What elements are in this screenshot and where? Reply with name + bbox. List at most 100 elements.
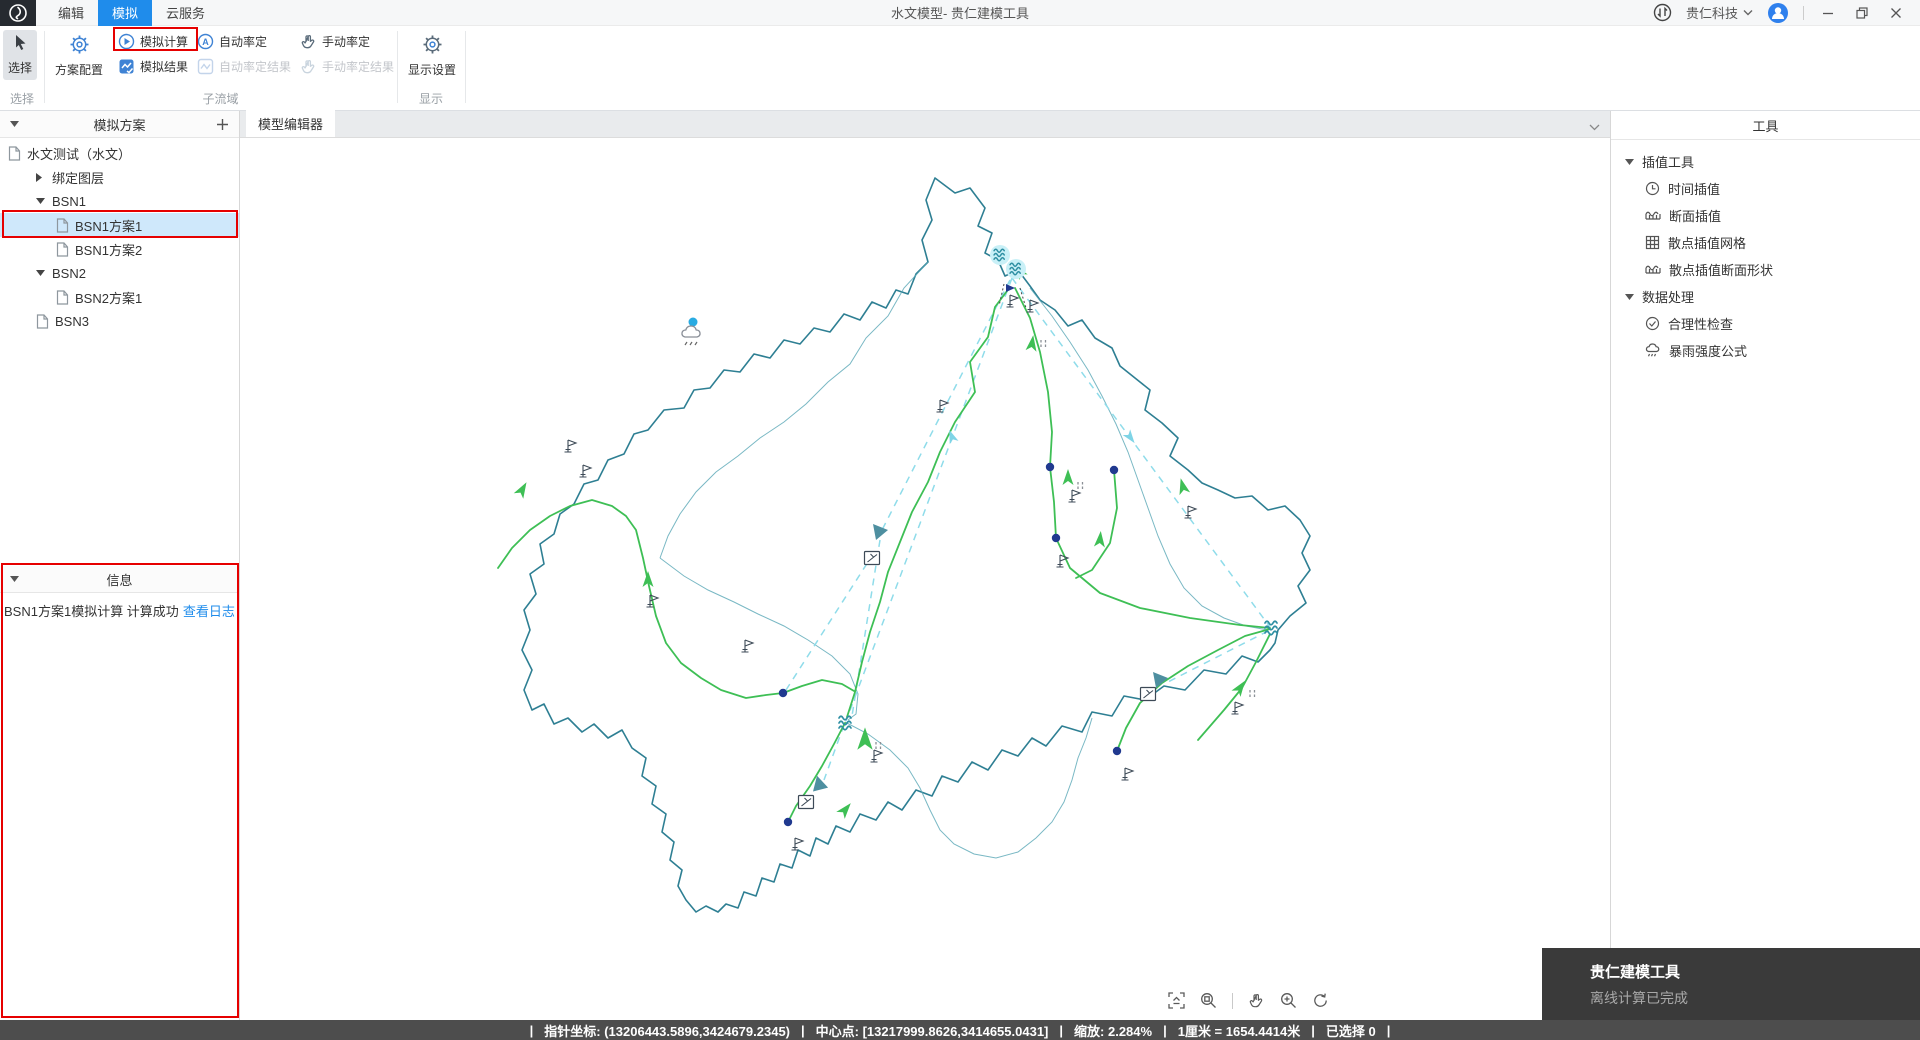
- gate-marker[interactable]: [863, 550, 881, 566]
- tree-item-project[interactable]: 水文测试（水文）: [0, 141, 239, 165]
- station-marker[interactable]: [935, 399, 949, 413]
- editor-tab-strip: 模型编辑器: [240, 110, 1610, 138]
- info-message: BSN1方案1模拟计算 计算成功: [4, 604, 179, 619]
- river-reach[interactable]: [1014, 287, 1271, 629]
- flow-arrow[interactable]: [857, 727, 873, 750]
- add-scheme-button[interactable]: [216, 118, 229, 131]
- view-log-link[interactable]: 查看日志: [183, 604, 235, 619]
- link-arrow: [1122, 429, 1139, 446]
- tree-item-label: BSN2: [52, 265, 86, 281]
- flow-arrow[interactable]: [836, 799, 855, 819]
- select-tool-button[interactable]: 选择: [3, 30, 37, 80]
- tree-item-bsn1-scheme2[interactable]: BSN1方案2: [0, 237, 239, 261]
- flow-arrow[interactable]: [1175, 476, 1191, 496]
- group-label-subbasin: 子流域: [202, 92, 239, 106]
- node-marker[interactable]: [1045, 462, 1055, 472]
- tool-time-interpolation[interactable]: 时间插值: [1611, 175, 1920, 202]
- tool-group-interpolation[interactable]: 插值工具: [1611, 148, 1920, 175]
- watershed-map: [497, 177, 1311, 913]
- menu-cloud[interactable]: 云服务: [152, 0, 219, 26]
- tree-item-bound-layers[interactable]: 绑定图层: [0, 165, 239, 189]
- node-marker[interactable]: [1109, 465, 1119, 475]
- tools-panel: 工具 插值工具 时间插值 断面插值 散点插值网格 散点插值断面形状 数据处理 合…: [1610, 111, 1920, 1020]
- avatar[interactable]: [1767, 2, 1789, 24]
- refresh-icon[interactable]: [1312, 992, 1329, 1009]
- menu-simulate[interactable]: 模拟: [98, 0, 153, 26]
- status-zoom-level: 缩放: 2.284%: [1074, 1023, 1153, 1039]
- link-line[interactable]: [845, 277, 1013, 722]
- pan-hand-icon[interactable]: [1248, 992, 1265, 1009]
- node-marker[interactable]: [1112, 746, 1122, 756]
- clock-icon: [1645, 181, 1660, 196]
- reservoir-marker[interactable]: [873, 524, 888, 540]
- tool-scatter-grid-interpolation[interactable]: 散点插值网格: [1611, 229, 1920, 256]
- node-marker[interactable]: [1051, 533, 1061, 543]
- fit-extent-icon[interactable]: [1168, 992, 1185, 1009]
- tab-list-chevron-icon[interactable]: [1589, 124, 1600, 131]
- tree-item-label: BSN1方案2: [75, 242, 143, 258]
- station-marker[interactable]: [1230, 701, 1244, 715]
- station-marker[interactable]: [740, 639, 754, 653]
- collapse-arrow-icon[interactable]: [36, 198, 46, 204]
- collapse-arrow-icon[interactable]: [10, 576, 19, 582]
- tree-item-bsn3[interactable]: BSN3: [0, 309, 239, 333]
- collapse-arrow-icon[interactable]: [36, 270, 46, 276]
- tool-group-data-processing[interactable]: 数据处理: [1611, 283, 1920, 310]
- tool-storm-intensity-formula[interactable]: 暴雨强度公式: [1611, 337, 1920, 364]
- link-line[interactable]: [785, 561, 869, 691]
- simulate-calc-button[interactable]: 模拟计算: [118, 31, 188, 51]
- gate-marker[interactable]: [1139, 686, 1157, 702]
- tab-model-editor[interactable]: 模型编辑器: [246, 110, 336, 137]
- group-label-display: 显示: [418, 92, 443, 106]
- simulate-result-button[interactable]: 模拟结果: [118, 56, 188, 76]
- close-button[interactable]: [1886, 3, 1906, 23]
- gate-marker[interactable]: [797, 794, 815, 810]
- link-line[interactable]: [1163, 630, 1269, 685]
- auto-calibration-button[interactable]: A 自动率定: [197, 31, 267, 51]
- node-marker[interactable]: [778, 688, 788, 698]
- tool-section-interpolation[interactable]: 断面插值: [1611, 202, 1920, 229]
- flow-arrow[interactable]: [1062, 469, 1074, 485]
- tree-item-bsn2[interactable]: BSN2: [0, 261, 239, 285]
- river-reach[interactable]: [1075, 469, 1118, 579]
- station-marker[interactable]: [1120, 767, 1134, 781]
- zoom-in-icon[interactable]: [1280, 992, 1297, 1009]
- collapse-arrow-icon[interactable]: [10, 121, 19, 127]
- sync-icon[interactable]: [1653, 3, 1672, 22]
- tool-scatter-section-shape[interactable]: 散点插值断面形状: [1611, 256, 1920, 283]
- station-marker[interactable]: [1183, 505, 1197, 519]
- station-marker[interactable]: [1005, 294, 1019, 308]
- station-marker[interactable]: [578, 464, 592, 478]
- station-marker[interactable]: [563, 439, 577, 453]
- node-marker[interactable]: [783, 817, 793, 827]
- station-marker[interactable]: [869, 749, 883, 763]
- manual-calibration-button[interactable]: 手动率定: [300, 31, 370, 51]
- river-reach[interactable]: [1197, 633, 1271, 741]
- tree-item-bsn1[interactable]: BSN1: [0, 189, 239, 213]
- chevron-down-icon: [1743, 10, 1753, 16]
- flow-arrow[interactable]: [513, 479, 532, 499]
- org-switcher[interactable]: 贵仁科技: [1686, 3, 1753, 22]
- rain-station-marker[interactable]: [681, 317, 701, 346]
- tool-rationality-check[interactable]: 合理性检查: [1611, 310, 1920, 337]
- tool-item-label: 断面插值: [1669, 209, 1722, 224]
- display-settings-button[interactable]: 显示设置: [403, 30, 461, 82]
- river-reach[interactable]: [787, 722, 846, 823]
- tree-item-bsn2-scheme1[interactable]: BSN2方案1: [0, 285, 239, 309]
- link-line[interactable]: [823, 724, 845, 781]
- scheme-config-button[interactable]: 方案配置: [49, 30, 109, 82]
- tree-item-bsn1-scheme1[interactable]: BSN1方案1: [0, 213, 239, 237]
- station-marker[interactable]: [790, 837, 804, 851]
- menu-edit[interactable]: 编辑: [44, 0, 98, 26]
- notification-toast[interactable]: 贵仁建模工具 离线计算已完成: [1542, 948, 1920, 1020]
- simulate-calc-label: 模拟计算: [140, 34, 189, 49]
- station-marker[interactable]: [1067, 489, 1081, 503]
- tool-item-label: 时间插值: [1668, 182, 1721, 197]
- model-editor-canvas[interactable]: [240, 138, 1610, 1020]
- restore-button[interactable]: [1852, 3, 1872, 23]
- expand-arrow-icon[interactable]: [36, 172, 46, 182]
- flow-arrow[interactable]: [1093, 530, 1107, 548]
- link-line[interactable]: [851, 279, 1011, 717]
- zoom-window-icon[interactable]: [1200, 992, 1217, 1009]
- minimize-button[interactable]: [1818, 3, 1838, 23]
